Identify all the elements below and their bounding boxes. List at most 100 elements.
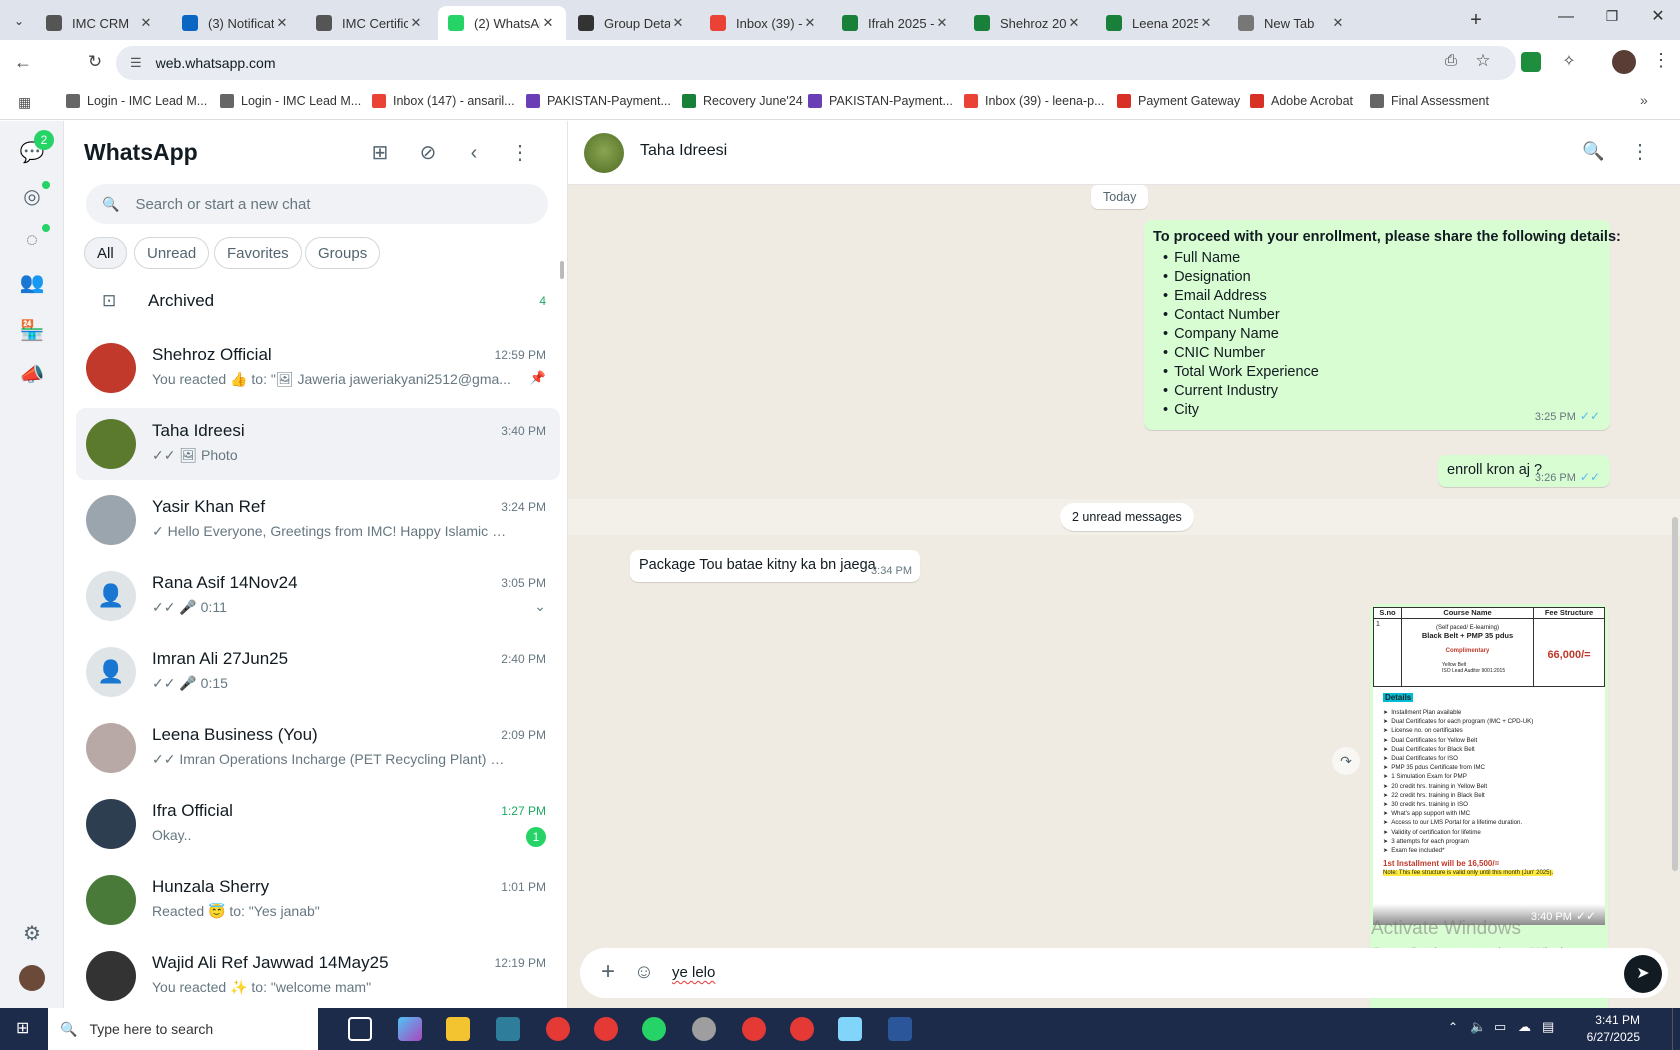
notification-icon[interactable]: ▤ <box>1542 1019 1554 1035</box>
tab-close-icon[interactable]: ✕ <box>670 15 686 31</box>
fee-structure-image[interactable]: S.no Course Name Fee Structure 1 (Self p… <box>1373 607 1605 925</box>
attach-plus-icon[interactable]: + <box>594 958 622 986</box>
chat-row[interactable]: Hunzala Sherry 1:01 PM Reacted 😇 to: "Yes … <box>76 864 560 936</box>
sticker-icon[interactable]: ☺ <box>630 958 658 986</box>
apps-grid-icon[interactable]: ▦ <box>18 94 34 110</box>
network-icon[interactable]: ▭ <box>1494 1019 1506 1035</box>
chat-list-scrollbar[interactable] <box>560 261 564 279</box>
tab-close-icon[interactable]: ✕ <box>408 15 424 31</box>
forward-icon[interactable]: ↷ <box>1332 747 1360 775</box>
bookmark-star-icon[interactable]: ☆ <box>1472 51 1494 73</box>
taskbar-search[interactable]: 🔍 Type here to search <box>48 1008 318 1050</box>
hide-eye-icon[interactable]: ⊘ <box>414 139 442 167</box>
chat-row[interactable]: Shehroz Official 12:59 PM You reacted 👍 to… <box>76 332 560 404</box>
contact-avatar[interactable] <box>584 133 624 173</box>
filter-groups[interactable]: Groups <box>305 237 381 269</box>
new-tab-button[interactable]: + <box>1464 6 1488 34</box>
tab-close-icon[interactable]: ✕ <box>1066 15 1082 31</box>
bookmark-item[interactable]: PAKISTAN-Payment... <box>808 94 953 108</box>
message-incoming[interactable]: Package Tou batae kitny ka bn jaega 3:34… <box>630 550 920 582</box>
chrome-icon[interactable] <box>546 1017 570 1041</box>
browser-tab[interactable]: (2) WhatsApp✕ <box>438 6 566 40</box>
back-icon[interactable]: ← <box>12 52 34 74</box>
chevron-left-icon[interactable]: ‹ <box>460 139 488 167</box>
extensions-puzzle-icon[interactable]: ✧ <box>1558 51 1580 73</box>
chat-row[interactable]: Ifra Official 1:27 PM Okay.. 1 <box>76 788 560 860</box>
tab-close-icon[interactable]: ✕ <box>934 15 950 31</box>
tab-close-icon[interactable]: ✕ <box>802 15 818 31</box>
address-bar[interactable]: ☰ web.whatsapp.com <box>116 46 1516 80</box>
bookmark-item[interactable]: Payment Gateway <box>1117 94 1240 108</box>
browser-tab[interactable]: Inbox (39) - l ✕ <box>700 6 828 40</box>
profile-avatar[interactable] <box>1612 50 1636 74</box>
browser-tab[interactable]: Shehroz 2025✕ <box>964 6 1092 40</box>
browser-tab[interactable]: New Tab ✕ <box>1228 6 1356 40</box>
browser-tab[interactable]: Ifrah 2025 - C✕ <box>832 6 960 40</box>
tab-search-button[interactable]: ⌄ <box>8 10 30 32</box>
taskbar-clock[interactable]: 3:41 PM 6/27/2025 <box>1570 1012 1640 1046</box>
tab-close-icon[interactable]: ✕ <box>1330 15 1346 31</box>
tab-close-icon[interactable]: ✕ <box>1198 15 1214 31</box>
conversation-header[interactable]: Taha Idreesi 🔍 ⋮ <box>568 121 1680 185</box>
filter-all[interactable]: All <box>84 237 127 269</box>
chevron-down-icon[interactable]: ⌄ <box>534 598 546 615</box>
bookmark-item[interactable]: Final Assessment <box>1370 94 1489 108</box>
reload-icon[interactable]: ↻ <box>84 52 106 74</box>
chat-row[interactable]: Yasir Khan Ref 3:24 PM ✓ Hello Everyone, G… <box>76 484 560 556</box>
tab-close-icon[interactable]: ✕ <box>274 15 290 31</box>
communities-icon[interactable]: 👥 <box>18 269 46 297</box>
chat-row[interactable]: 👤 Imran Ali 27Jun25 2:40 PM ✓✓ 🎤 0:15 <box>76 636 560 708</box>
minimize-window-button[interactable]: — <box>1554 8 1578 32</box>
bookmark-item[interactable]: Inbox (147) - ansaril... <box>372 94 515 108</box>
browser-tab[interactable]: Group Details✕ <box>568 6 696 40</box>
advertise-icon[interactable]: 📣 <box>18 361 46 389</box>
bookmark-item[interactable]: PAKISTAN-Payment... <box>526 94 671 108</box>
bookmark-item[interactable]: Login - IMC Lead M... <box>66 94 207 108</box>
copilot-icon[interactable] <box>398 1017 422 1041</box>
bookmark-overflow-icon[interactable]: » <box>1640 92 1656 112</box>
search-input[interactable]: 🔍 Search or start a new chat <box>86 184 548 224</box>
whatsapp-icon[interactable] <box>642 1017 666 1041</box>
message-input[interactable]: ye lelo <box>672 958 1292 988</box>
message-outgoing[interactable]: enroll kron aj ? 3:26 PM ✓✓ <box>1438 455 1610 487</box>
tray-chevron-icon[interactable]: ⌃ <box>1448 1020 1458 1034</box>
app-icon[interactable] <box>692 1017 716 1041</box>
browser-tab[interactable]: (3) Notificatio✕ <box>172 6 300 40</box>
install-app-icon[interactable]: ⎙ <box>1440 52 1462 74</box>
bookmark-item[interactable]: Inbox (39) - leena-p... <box>964 94 1105 108</box>
profile-avatar[interactable] <box>19 965 45 991</box>
file-explorer-icon[interactable] <box>446 1017 470 1041</box>
filter-unread[interactable]: Unread <box>134 237 210 269</box>
browser-tab[interactable]: IMC CRM ✕ <box>36 6 164 40</box>
browser-menu-icon[interactable]: ⋮ <box>1652 50 1670 74</box>
browser-tab[interactable]: IMC Certificat✕ <box>306 6 434 40</box>
filter-favorites[interactable]: Favorites <box>214 237 302 269</box>
chat-row[interactable]: Leena Business (You) 2:09 PM ✓✓ Imran Oper… <box>76 712 560 784</box>
send-button[interactable]: ➤ <box>1624 955 1662 993</box>
bookmark-item[interactable]: Recovery June'24 <box>682 94 803 108</box>
word-icon[interactable] <box>888 1017 912 1041</box>
business-tools-icon[interactable]: 🏪 <box>18 317 46 345</box>
bookmark-item[interactable]: Adobe Acrobat <box>1250 94 1353 108</box>
chrome-icon[interactable] <box>594 1017 618 1041</box>
tab-close-icon[interactable]: ✕ <box>540 15 556 31</box>
notepad-icon[interactable] <box>838 1017 862 1041</box>
settings-icon[interactable]: ⚙ <box>18 920 46 948</box>
weather-icon[interactable]: ☁ <box>1518 1019 1531 1035</box>
chrome-icon[interactable] <box>790 1017 814 1041</box>
menu-icon[interactable]: ⋮ <box>506 139 534 167</box>
chat-row[interactable]: 👤 Rana Asif 14Nov24 3:05 PM ✓✓ 🎤 0:11 ⌄ <box>76 560 560 632</box>
new-chat-icon[interactable]: ⊞ <box>366 139 394 167</box>
volume-icon[interactable]: 🔈 <box>1470 1019 1486 1035</box>
chat-row[interactable]: Taha Idreesi 3:40 PM ✓✓ 🖼 Photo <box>76 408 560 480</box>
app-icon[interactable] <box>496 1017 520 1041</box>
restore-window-button[interactable]: ❐ <box>1600 8 1624 32</box>
chrome-icon[interactable] <box>742 1017 766 1041</box>
archived-row[interactable]: ⊡ Archived 4 <box>64 273 567 329</box>
conversation-menu-icon[interactable]: ⋮ <box>1630 139 1650 167</box>
tab-close-icon[interactable]: ✕ <box>138 15 154 31</box>
bookmark-item[interactable]: Login - IMC Lead M... <box>220 94 361 108</box>
conversation-scrollbar[interactable] <box>1672 517 1678 871</box>
search-messages-icon[interactable]: 🔍 <box>1582 141 1606 165</box>
browser-tab[interactable]: Leena 2025 -✕ <box>1096 6 1224 40</box>
